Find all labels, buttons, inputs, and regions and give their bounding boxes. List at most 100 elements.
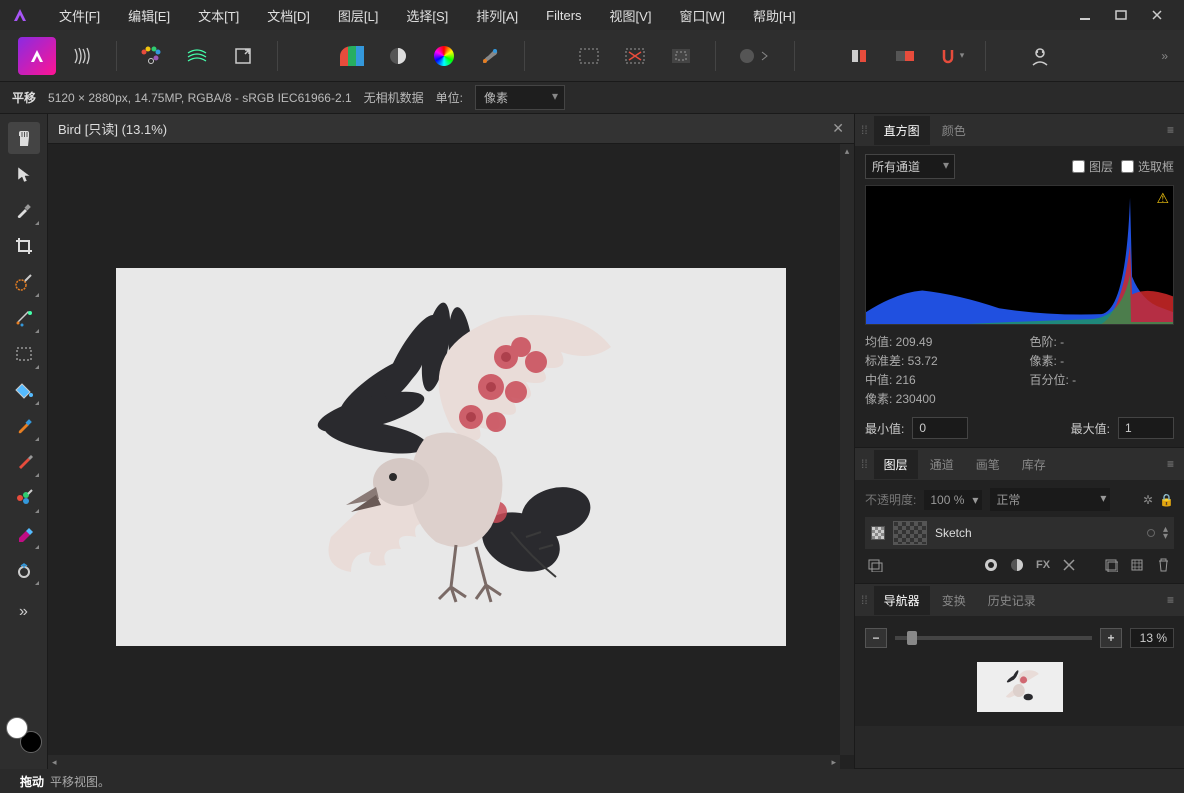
stat-median: 中值: 216 xyxy=(865,371,1010,388)
layer-checkbox[interactable]: 图层 xyxy=(1072,158,1113,175)
layer-reorder-arrows[interactable]: ▴▾ xyxy=(1163,526,1168,540)
tab-stock[interactable]: 库存 xyxy=(1012,450,1056,479)
panel-menu-button[interactable]: ≡ xyxy=(1163,123,1178,137)
panel-menu-button[interactable]: ≡ xyxy=(1163,593,1178,607)
layer-settings-icon[interactable]: ✲ xyxy=(1143,493,1153,507)
snapping-button[interactable]: ▾ xyxy=(931,38,971,74)
account-button[interactable] xyxy=(1020,38,1060,74)
tab-brushes[interactable]: 画笔 xyxy=(966,450,1010,479)
window-minimize-button[interactable] xyxy=(1076,6,1094,24)
mask-button[interactable] xyxy=(980,555,1002,575)
menu-arrange[interactable]: 排列[A] xyxy=(462,0,532,31)
menu-filters[interactable]: Filters xyxy=(532,2,595,29)
adjustment-layer-button[interactable] xyxy=(1006,555,1028,575)
selection-checkbox[interactable]: 选取框 xyxy=(1121,158,1174,175)
layer-thumbnail xyxy=(893,521,927,545)
max-input[interactable]: 1 xyxy=(1118,417,1174,439)
tab-navigator[interactable]: 导航器 xyxy=(874,586,930,615)
delete-layer-button[interactable] xyxy=(1152,555,1174,575)
layer-row[interactable]: Sketch ▴▾ xyxy=(865,517,1174,549)
window-close-button[interactable] xyxy=(1148,6,1166,24)
erase-tool[interactable] xyxy=(8,518,40,550)
levels-button[interactable] xyxy=(332,38,372,74)
layer-lock-icon[interactable]: 🔒 xyxy=(1159,493,1174,507)
color-swatch-button[interactable] xyxy=(131,38,171,74)
tab-layers[interactable]: 图层 xyxy=(874,450,918,479)
selection-invert-button[interactable] xyxy=(661,38,701,74)
menu-file[interactable]: 文件[F] xyxy=(45,0,114,31)
flood-select-tool[interactable] xyxy=(8,302,40,334)
selection-deselect-button[interactable] xyxy=(615,38,655,74)
canvas-viewport[interactable]: ▴ ◂▸ xyxy=(48,144,854,769)
zoom-value-input[interactable]: 13 % xyxy=(1130,628,1174,648)
panel-grip-icon[interactable]: ⁞⁞ xyxy=(861,593,872,607)
menu-text[interactable]: 文本[T] xyxy=(184,0,253,31)
crossout-button[interactable] xyxy=(1058,555,1080,575)
tab-channels[interactable]: 通道 xyxy=(920,450,964,479)
panel-grip-icon[interactable]: ⁞⁞ xyxy=(861,123,872,137)
tool-more-button[interactable]: » xyxy=(8,596,40,628)
panel-grip-icon[interactable]: ⁞⁞ xyxy=(861,457,872,471)
document-tab-close-button[interactable]: ✕ xyxy=(832,120,844,137)
clone-tool[interactable] xyxy=(8,554,40,586)
arrange-button[interactable] xyxy=(885,38,925,74)
zoom-slider[interactable] xyxy=(895,636,1092,640)
layer-name[interactable]: Sketch xyxy=(935,526,1139,540)
marquee-tool[interactable] xyxy=(8,338,40,370)
quickmask-button[interactable] xyxy=(730,38,780,74)
toolbar: ▾ » xyxy=(0,30,1184,82)
selection-brush-tool[interactable] xyxy=(8,266,40,298)
stat-pixels: 像素: - xyxy=(1030,352,1175,369)
context-units-label: 单位: xyxy=(436,89,463,106)
resize-button[interactable] xyxy=(223,38,263,74)
zoom-in-button[interactable]: + xyxy=(1100,628,1122,648)
liquify-persona-button[interactable] xyxy=(62,38,102,74)
panel-menu-button[interactable]: ≡ xyxy=(1163,457,1178,471)
color-wheel-button[interactable] xyxy=(424,38,464,74)
photo-persona-button[interactable] xyxy=(18,37,56,75)
texture-button[interactable] xyxy=(177,38,217,74)
align-button[interactable] xyxy=(839,38,879,74)
menu-view[interactable]: 视图[V] xyxy=(596,0,666,31)
menu-window[interactable]: 窗口[W] xyxy=(665,0,739,31)
move-tool[interactable] xyxy=(8,158,40,190)
brush-color-button[interactable] xyxy=(470,38,510,74)
vertical-scrollbar[interactable]: ▴ xyxy=(840,144,854,755)
opacity-dropdown[interactable]: 100 % xyxy=(924,490,982,510)
channel-dropdown[interactable]: 所有通道 xyxy=(865,154,955,179)
add-layer-button[interactable] xyxy=(1100,555,1122,575)
navigator-preview[interactable] xyxy=(977,662,1063,712)
fx-button[interactable]: FX xyxy=(1032,555,1054,575)
document-tab[interactable]: Bird [只读] (13.1%) xyxy=(58,119,167,138)
crop-tool[interactable] xyxy=(8,230,40,262)
tab-transform[interactable]: 变换 xyxy=(932,586,976,615)
tab-history[interactable]: 历史记录 xyxy=(978,586,1046,615)
paint-brush-tool[interactable] xyxy=(8,410,40,442)
canvas[interactable] xyxy=(116,268,786,646)
units-dropdown[interactable]: 像素 xyxy=(475,85,565,110)
zoom-out-button[interactable]: − xyxy=(865,628,887,648)
menu-help[interactable]: 帮助[H] xyxy=(739,0,810,31)
paint-mixer-tool[interactable] xyxy=(8,482,40,514)
window-maximize-button[interactable] xyxy=(1112,6,1130,24)
pixel-tool[interactable] xyxy=(8,446,40,478)
min-input[interactable]: 0 xyxy=(912,417,968,439)
layer-visibility-checkbox[interactable] xyxy=(871,526,885,540)
selection-new-button[interactable] xyxy=(569,38,609,74)
blend-mode-dropdown[interactable]: 正常 xyxy=(990,488,1110,511)
view-tool[interactable] xyxy=(8,122,40,154)
tab-color[interactable]: 颜色 xyxy=(932,116,976,145)
toolbar-more-button[interactable]: » xyxy=(1155,49,1174,63)
adjustment-button[interactable] xyxy=(378,38,418,74)
foreground-background-colors[interactable] xyxy=(6,717,42,753)
menu-document[interactable]: 文档[D] xyxy=(253,0,324,31)
flood-fill-tool[interactable] xyxy=(8,374,40,406)
add-pixel-layer-button[interactable] xyxy=(1126,555,1148,575)
tab-histogram[interactable]: 直方图 xyxy=(874,116,930,145)
group-layers-button[interactable] xyxy=(865,555,887,575)
menu-select[interactable]: 选择[S] xyxy=(392,0,462,31)
menu-edit[interactable]: 编辑[E] xyxy=(114,0,184,31)
menu-layer[interactable]: 图层[L] xyxy=(324,0,392,31)
horizontal-scrollbar[interactable]: ◂▸ xyxy=(48,755,840,769)
color-picker-tool[interactable] xyxy=(8,194,40,226)
